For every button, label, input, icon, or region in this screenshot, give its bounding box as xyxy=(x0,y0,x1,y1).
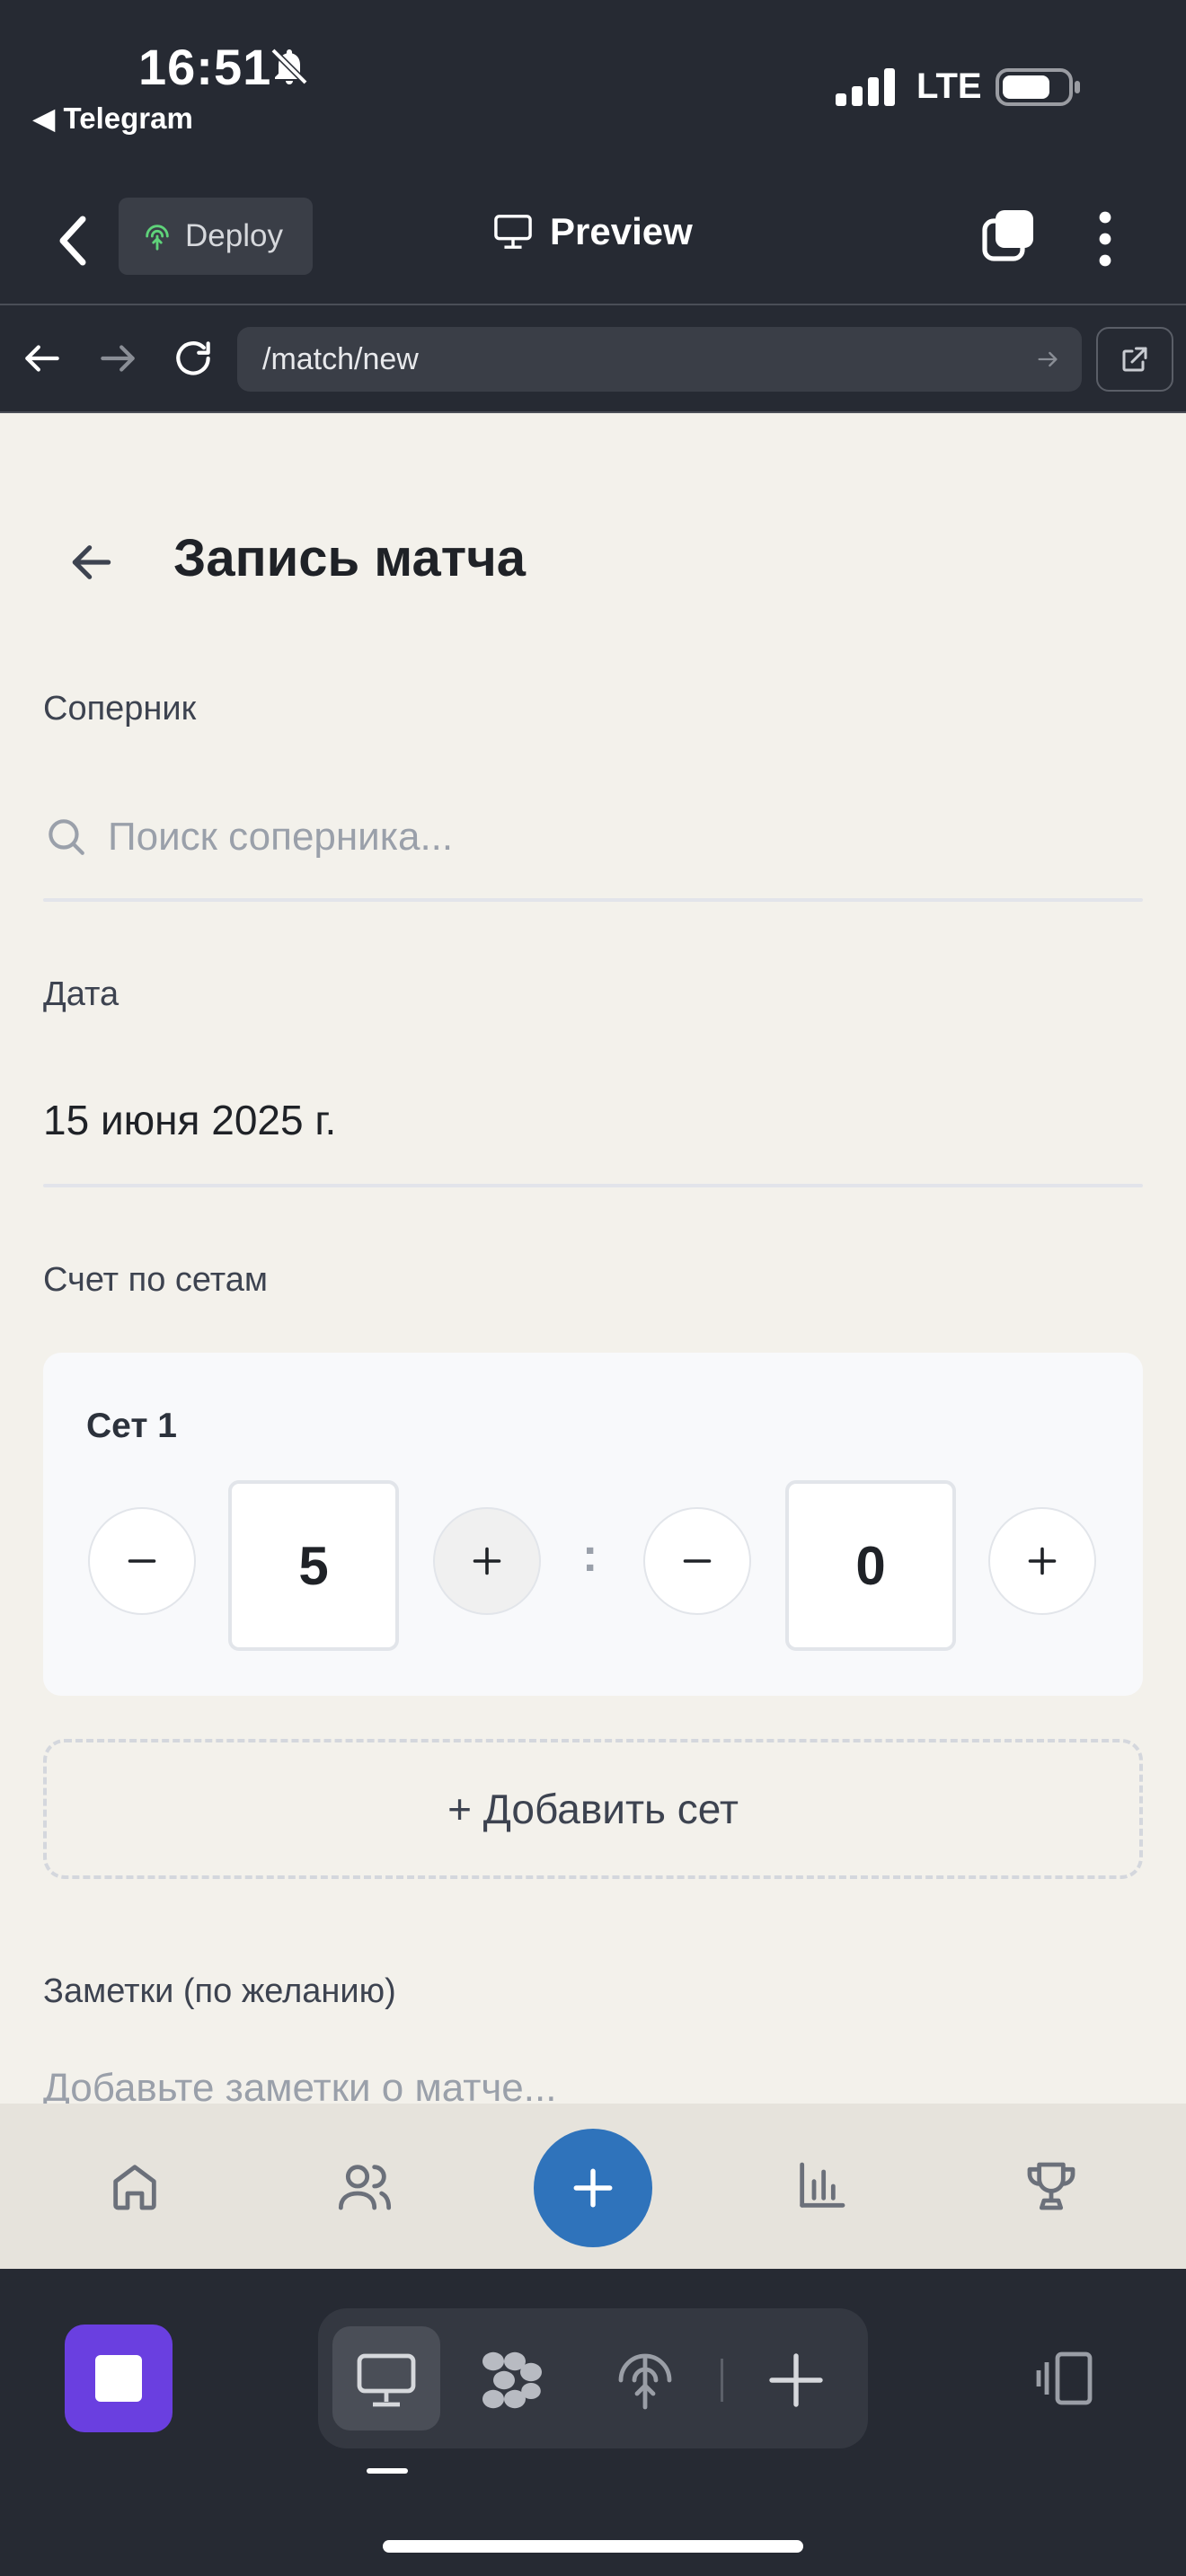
deploy-button[interactable]: Deploy xyxy=(119,198,313,275)
stats-icon[interactable] xyxy=(792,2157,850,2215)
plus-icon xyxy=(473,1547,501,1575)
deploy-label: Deploy xyxy=(185,218,283,253)
chevron-left-icon[interactable] xyxy=(56,216,92,266)
sets-label: Счет по сетам xyxy=(43,1261,269,1299)
app-dock xyxy=(0,2269,1186,2576)
more-vertical-icon[interactable] xyxy=(1087,210,1123,268)
deploy-icon[interactable] xyxy=(613,2348,677,2413)
search-icon xyxy=(49,819,84,855)
arrow-left-icon[interactable] xyxy=(20,336,65,381)
stop-icon xyxy=(95,2355,142,2402)
clock: 16:51 xyxy=(138,39,272,95)
desktop-icon[interactable] xyxy=(354,2348,419,2413)
back-to-app-link[interactable]: ◀ Telegram xyxy=(32,101,193,136)
add-set-button[interactable]: + Добавить сет xyxy=(43,1739,1143,1879)
go-arrow-icon[interactable] xyxy=(1035,347,1060,372)
open-external-button[interactable] xyxy=(1096,327,1173,392)
reload-icon[interactable] xyxy=(171,336,216,381)
decrement-opponent-score-button[interactable] xyxy=(643,1507,751,1615)
page-title: Запись матча xyxy=(173,529,527,587)
date-field[interactable]: 15 июня 2025 г. xyxy=(43,1096,336,1144)
set-title: Сет 1 xyxy=(86,1407,177,1445)
minus-icon xyxy=(683,1559,712,1563)
url-field[interactable]: /match/new xyxy=(237,327,1082,392)
bottom-navigation xyxy=(0,2104,1186,2269)
status-bar: 16:51 ◀ Telegram LTE xyxy=(0,0,1186,171)
side-panel-icon[interactable] xyxy=(1033,2346,1098,2411)
url-bar: /match/new xyxy=(0,305,1186,413)
player-score-field[interactable]: 5 xyxy=(228,1480,399,1651)
arrow-right-icon[interactable] xyxy=(95,336,140,381)
opponent-search-input[interactable] xyxy=(108,801,1096,873)
trophy-icon[interactable] xyxy=(1022,2157,1080,2215)
plus-icon xyxy=(1028,1547,1057,1575)
opponent-label: Соперник xyxy=(43,690,197,728)
increment-player-score-button[interactable] xyxy=(433,1507,541,1615)
minus-icon xyxy=(128,1559,156,1563)
notes-input[interactable]: Добавьте заметки о матче... xyxy=(43,2066,556,2104)
add-icon[interactable] xyxy=(764,2348,828,2413)
decrement-player-score-button[interactable] xyxy=(88,1507,196,1615)
signal-icon xyxy=(836,68,895,106)
monitor-icon xyxy=(494,215,532,249)
dock-active-indicator xyxy=(367,2468,408,2474)
battery-icon xyxy=(996,68,1080,106)
external-link-icon xyxy=(1122,347,1147,372)
app-toolbar: Deploy Preview xyxy=(0,171,1186,305)
tabs-icon[interactable] xyxy=(979,207,1037,264)
set-card: Сет 1 5 : 0 xyxy=(43,1353,1143,1696)
network-type: LTE xyxy=(916,66,982,106)
page-content: Запись матча Соперник Дата 15 июня 2025 … xyxy=(0,413,1186,2104)
date-label: Дата xyxy=(43,975,119,1013)
divider xyxy=(43,1184,1143,1187)
add-match-button[interactable] xyxy=(534,2129,652,2247)
preview-tab[interactable]: Preview xyxy=(492,210,693,253)
score-separator: : xyxy=(582,1530,598,1582)
notes-label: Заметки (по желанию) xyxy=(43,1972,396,2010)
plus-icon xyxy=(573,2168,613,2208)
home-icon[interactable] xyxy=(106,2157,164,2215)
bell-muted-icon xyxy=(270,48,308,85)
url-text: /match/new xyxy=(262,341,419,376)
opponent-score-field[interactable]: 0 xyxy=(785,1480,956,1651)
deploy-icon xyxy=(146,225,169,251)
apps-icon[interactable] xyxy=(480,2348,544,2413)
dock-separator xyxy=(721,2359,723,2402)
users-icon[interactable] xyxy=(336,2157,394,2215)
dock-tab-group xyxy=(318,2308,868,2448)
preview-label: Preview xyxy=(550,210,693,252)
increment-opponent-score-button[interactable] xyxy=(988,1507,1096,1615)
divider xyxy=(43,898,1143,902)
arrow-left-icon[interactable] xyxy=(66,537,117,587)
stop-button[interactable] xyxy=(65,2325,173,2432)
home-indicator xyxy=(383,2540,803,2553)
